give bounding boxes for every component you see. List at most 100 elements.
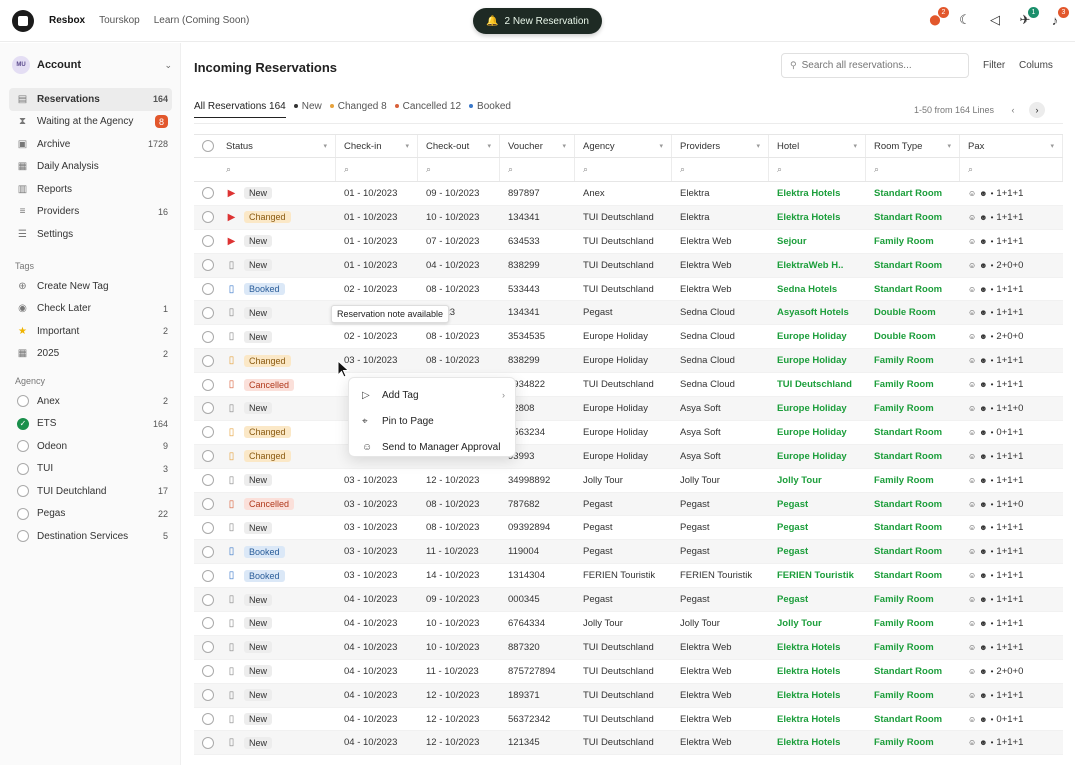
row-checkbox[interactable] [202,306,214,319]
table-row[interactable]: ▯ New 04 - 10/2023 10 - 10/2023 887320 TUI De… [194,635,1063,660]
table-row[interactable]: ▶ New 01 - 10/2023 07 - 10/2023 634533 TUI De… [194,230,1063,254]
sidebar-item-settings[interactable]: ☰ Settings [9,223,172,246]
row-checkbox[interactable] [202,259,214,272]
sidebar-item-tui[interactable]: TUI 3 [9,458,172,481]
row-checkbox[interactable] [202,474,214,487]
table-row[interactable]: ▯ New 03 - 10/2023 08 - 10/2023 09392894 Pega… [194,516,1063,541]
check-icon[interactable]: ✓ [17,417,29,430]
tab-new[interactable]: New [293,101,322,118]
row-checkbox[interactable] [202,545,214,558]
table-row[interactable]: ▯ New 02 - 10/2023 08 - 10/2023 3534535 Europ… [194,325,1063,350]
sidebar-item-reservations[interactable]: ▤ Reservations 164 [9,88,172,111]
row-checkbox[interactable] [202,426,214,439]
table-row[interactable]: ▯New0/2023134341PegastSedna CloudAsyasof… [194,301,1063,326]
sidebar-item-ets[interactable]: ✓ ETS 164 [9,413,172,436]
column-filter-providers[interactable]: ⌕ [672,158,769,181]
table-row[interactable]: ▯ Changed 93993 Europe Holiday Asya Soft Euro… [194,444,1063,469]
sidebar-item-providers[interactable]: ≡ Providers 16 [9,201,172,224]
columns-button[interactable]: Colums [1019,60,1053,71]
column-header-agency[interactable]: Agency ▾ [575,135,672,157]
table-row[interactable]: ▯ New 04 - 10/2023 10 - 10/2023 6764334 Jolly… [194,612,1063,636]
app-logo[interactable] [12,10,34,32]
moon-button[interactable]: ☾ [957,12,973,28]
sidebar-item-pegas[interactable]: Pegas 22 [9,503,172,526]
column-header-status[interactable]: Status ▾ [218,135,336,157]
top-nav-resbox[interactable]: Resbox [49,15,85,26]
search-box[interactable]: ⚲ [781,53,969,78]
menu-item-send-to-manager-approval[interactable]: ☺ Send to Manager Approval [349,434,515,460]
column-filter-status[interactable]: ⌕ [218,158,336,181]
sidebar-item-create-new-tag[interactable]: ⊕ Create New Tag [9,275,172,298]
sidebar-item-destination-services[interactable]: Destination Services 5 [9,525,172,548]
column-header-check-out[interactable]: Check-out ▾ [418,135,500,157]
radio-circle[interactable] [17,530,29,543]
row-checkbox[interactable] [202,187,214,200]
filter-button[interactable]: Filter [983,60,1005,71]
radio-circle[interactable] [17,462,29,475]
select-all-checkbox[interactable] [202,140,214,152]
sidebar-item-tui-deutchland[interactable]: TUI Deutchland 17 [9,480,172,503]
table-row[interactable]: ▯ Booked 03 - 10/2023 14 - 10/2023 1314304 FE… [194,564,1063,589]
new-reservation-pill[interactable]: 🔔 2 New Reservation [473,8,602,34]
row-checkbox[interactable] [202,354,214,367]
row-checkbox[interactable] [202,665,214,678]
apps-button[interactable]: ⬤ 2 [927,7,949,28]
column-filter-check-in[interactable]: ⌕ [336,158,418,181]
column-filter-agency[interactable]: ⌕ [575,158,672,181]
row-checkbox[interactable] [202,283,214,295]
radio-circle[interactable] [17,395,29,408]
column-header-voucher[interactable]: Voucher ▾ [500,135,575,157]
table-row[interactable]: ▯ Booked 03 - 10/2023 11 - 10/2023 119004 Peg… [194,540,1063,565]
table-row[interactable]: ▯ New 03 - 10/2023 12 - 10/2023 34998892 Joll… [194,469,1063,493]
bell-button[interactable]: ♪ 3 [1047,7,1069,28]
sidebar-item-important[interactable]: ★ Important 2 [9,320,172,343]
next-page-button[interactable]: › [1029,102,1045,118]
sidebar-item-waiting-at-the-agency[interactable]: ⧗ Waiting at the Agency 8 [9,111,172,134]
tab-all-reservations-164[interactable]: All Reservations 164 [194,101,286,118]
row-checkbox[interactable] [202,521,214,534]
radio-circle[interactable] [17,507,29,520]
account-switcher[interactable]: MU Account ⌄ [12,55,172,75]
sidebar-item-2025[interactable]: ▦ 2025 2 [9,343,172,366]
column-filter-room-type[interactable]: ⌕ [866,158,960,181]
column-filter-voucher[interactable]: ⌕ [500,158,575,181]
row-checkbox[interactable] [202,378,214,391]
column-filter-check-out[interactable]: ⌕ [418,158,500,181]
sidebar-item-reports[interactable]: ▥ Reports [9,178,172,201]
table-row[interactable]: ▶ New 01 - 10/2023 09 - 10/2023 897897 Anex El… [194,182,1063,206]
tab-cancelled-12[interactable]: Cancelled 12 [394,101,461,118]
radio-circle[interactable] [17,485,29,498]
column-header-room-type[interactable]: Room Type ▾ [866,135,960,157]
sidebar-item-anex[interactable]: Anex 2 [9,390,172,413]
column-header-hotel[interactable]: Hotel ▾ [769,135,866,157]
sidebar-item-odeon[interactable]: Odeon 9 [9,435,172,458]
prev-page-button[interactable]: ‹ [1005,102,1021,118]
sidebar-item-check-later[interactable]: ◉ Check Later 1 [9,298,172,321]
search-input[interactable] [801,60,962,71]
menu-item-pin-to-page[interactable]: ⌖ Pin to Page [349,408,515,434]
top-nav-tourskop[interactable]: Tourskop [99,15,140,26]
table-row[interactable]: ▯ New 04 - 10/2023 12 - 10/2023 56372342 TUI … [194,708,1063,732]
column-header-pax[interactable]: Pax ▾ [960,135,1063,157]
row-checkbox[interactable] [202,402,214,415]
table-row[interactable]: ▶ Changed 01 - 10/2023 10 - 10/2023 134341 TU… [194,205,1063,230]
column-filter-hotel[interactable]: ⌕ [769,158,866,181]
table-row[interactable]: ▯ Changed 03 - 10/2023 08 - 10/2023 838299 Eu… [194,349,1063,374]
tab-booked[interactable]: Booked [469,101,511,118]
megaphone-button[interactable]: ◁ [987,12,1003,28]
table-row[interactable]: ▯ New 04 - 10/2023 12 - 10/2023 121345 TUI De… [194,731,1063,756]
row-checkbox[interactable] [202,211,214,224]
table-row[interactable]: ▯ Booked 02 - 10/2023 08 - 10/2023 533443 TUI… [194,278,1063,302]
tab-changed-8[interactable]: Changed 8 [329,101,387,118]
rocket-button[interactable]: ✈ 1 [1017,7,1039,28]
row-checkbox[interactable] [202,593,214,606]
table-row[interactable]: ▯ Cancelled 03 - 10/2023 08 - 10/2023 787682… [194,492,1063,517]
row-checkbox[interactable] [202,689,214,702]
row-checkbox[interactable] [202,450,214,463]
row-checkbox[interactable] [202,498,214,511]
sidebar-item-daily-analysis[interactable]: ▦ Daily Analysis [9,156,172,179]
row-checkbox[interactable] [202,713,214,726]
sidebar-item-archive[interactable]: ▣ Archive 1728 [9,133,172,156]
table-row[interactable]: ▯ New 04 - 10/2023 09 - 10/2023 000345 Pegast… [194,588,1063,613]
table-row[interactable]: ▯ Changed 3563234 Europe Holiday Asya Soft Eu… [194,421,1063,445]
